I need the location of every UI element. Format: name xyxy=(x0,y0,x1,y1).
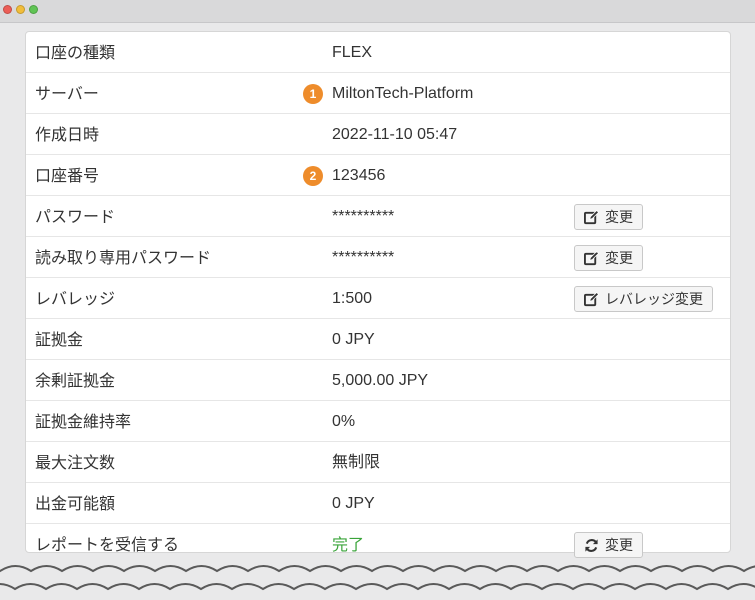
row-value: 2022-11-10 05:47 xyxy=(332,126,458,143)
row-account-type: 口座の種類 FLEX xyxy=(26,32,730,73)
window-titlebar xyxy=(0,0,755,23)
row-value: 0 JPY xyxy=(332,495,375,512)
row-label: サーバー xyxy=(35,84,99,103)
row-value: 0% xyxy=(332,413,356,430)
row-withdrawable-amount: 出金可能額 0 JPY xyxy=(26,483,730,524)
change-readonly-password-button[interactable]: 変更 xyxy=(574,245,643,271)
row-label: 作成日時 xyxy=(35,125,100,144)
row-value: FLEX xyxy=(332,44,373,61)
row-password: パスワード ********** 変更 xyxy=(26,196,730,237)
row-server: サーバー 1 MiltonTech-Platform xyxy=(26,73,730,114)
row-value: 0 JPY xyxy=(332,331,375,348)
button-label: 変更 xyxy=(605,538,633,554)
change-report-setting-button[interactable]: 変更 xyxy=(574,532,643,558)
row-label: 出金可能額 xyxy=(35,494,116,513)
row-value: 1:500 xyxy=(332,290,373,307)
row-account-number: 口座番号 2 123456 xyxy=(26,155,730,196)
edit-icon xyxy=(584,209,599,225)
row-label: パスワード xyxy=(35,207,116,226)
button-label: 変更 xyxy=(605,251,633,267)
row-value: ********** xyxy=(332,249,395,266)
row-readonly-password: 読み取り専用パスワード ********** 変更 xyxy=(26,237,730,278)
change-password-button[interactable]: 変更 xyxy=(574,204,643,230)
row-label: 証拠金 xyxy=(35,330,84,349)
button-label: 変更 xyxy=(605,210,633,226)
row-value: 123456 xyxy=(332,167,386,184)
row-value: 無制限 xyxy=(332,454,381,471)
button-label: レバレッジ変更 xyxy=(605,292,703,308)
row-leverage: レバレッジ 1:500 レバレッジ変更 xyxy=(26,278,730,319)
row-margin: 証拠金 0 JPY xyxy=(26,319,730,360)
row-value: 5,000.00 JPY xyxy=(332,372,429,389)
row-label: 最大注文数 xyxy=(35,453,116,472)
row-label: 余剰証拠金 xyxy=(35,371,116,390)
row-created-at: 作成日時 2022-11-10 05:47 xyxy=(26,114,730,155)
torn-edge-divider xyxy=(0,565,755,591)
row-max-orders: 最大注文数 無制限 xyxy=(26,442,730,483)
row-margin-level: 証拠金維持率 0% xyxy=(26,401,730,442)
row-label: 口座番号 xyxy=(35,166,100,185)
minimize-window-button[interactable] xyxy=(16,5,25,14)
row-label: 証拠金維持率 xyxy=(35,412,132,431)
step-badge-1: 1 xyxy=(303,84,323,104)
row-value: MiltonTech-Platform xyxy=(332,85,474,102)
refresh-icon xyxy=(584,538,599,553)
edit-icon xyxy=(584,250,599,266)
row-value: ********** xyxy=(332,208,395,225)
row-free-margin: 余剰証拠金 5,000.00 JPY xyxy=(26,360,730,401)
step-badge-2: 2 xyxy=(303,166,323,186)
account-info-panel: 口座の種類 FLEX サーバー 1 MiltonTech-Platform 作成… xyxy=(25,31,731,558)
zoom-window-button[interactable] xyxy=(29,5,38,14)
row-label: 口座の種類 xyxy=(35,43,116,62)
row-label: 読み取り専用パスワード xyxy=(35,248,212,267)
close-window-button[interactable] xyxy=(3,5,12,14)
change-leverage-button[interactable]: レバレッジ変更 xyxy=(574,286,713,312)
row-label: レバレッジ xyxy=(35,289,116,308)
edit-icon xyxy=(584,291,599,307)
app-window: 口座の種類 FLEX サーバー 1 MiltonTech-Platform 作成… xyxy=(0,0,755,600)
